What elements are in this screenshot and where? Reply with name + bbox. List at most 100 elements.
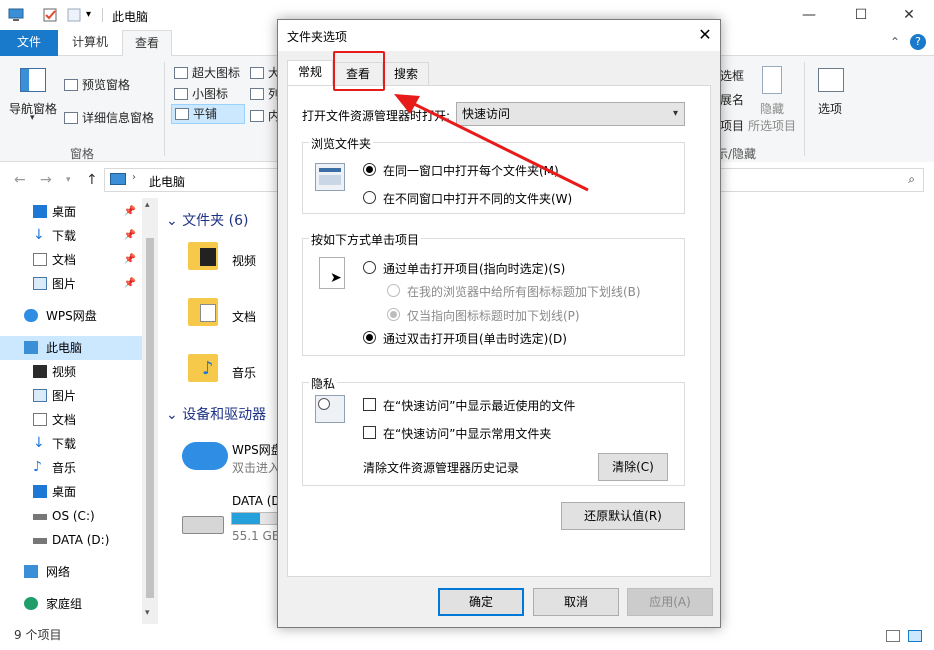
details-view-icon[interactable]: [886, 630, 900, 642]
chevron-up-icon[interactable]: ⌃: [890, 35, 900, 49]
document-icon: [33, 413, 47, 426]
new-folder-icon[interactable]: [66, 7, 82, 23]
options-button[interactable]: 选项: [818, 100, 842, 117]
clear-history-button[interactable]: 清除(C): [598, 453, 668, 481]
tab-computer[interactable]: 计算机: [60, 30, 120, 56]
layout-list[interactable]: 列: [250, 85, 280, 102]
folder-documents[interactable]: 文档: [232, 308, 256, 325]
pin-icon[interactable]: 📌: [124, 200, 136, 224]
nav-item-downloads-pc[interactable]: ↓ 下载: [0, 432, 140, 456]
back-button[interactable]: ←: [14, 172, 26, 188]
pin-icon[interactable]: 📌: [124, 224, 136, 248]
double-click-label[interactable]: 通过双击打开项目(单击时选定)(D): [383, 330, 567, 347]
recent-dropdown-icon[interactable]: ▾: [66, 175, 71, 185]
folder-music[interactable]: 音乐: [232, 364, 256, 381]
browse-same-window-radio[interactable]: [363, 163, 376, 176]
show-recent-files-checkbox[interactable]: [363, 398, 376, 411]
folders-group-header[interactable]: ⌄ 文件夹 (6): [166, 210, 248, 230]
devices-group-header[interactable]: ⌄ 设备和驱动器: [166, 404, 266, 424]
restore-defaults-button[interactable]: 还原默认值(R): [561, 502, 685, 530]
nav-item-network[interactable]: 网络: [0, 560, 140, 584]
nav-label: 桌面: [52, 485, 77, 499]
forward-button[interactable]: →: [40, 172, 52, 188]
details-pane-button[interactable]: 详细信息窗格: [64, 109, 154, 126]
tab-general[interactable]: 常规: [287, 60, 333, 86]
hide-selected-label[interactable]: 隐藏: [760, 100, 784, 117]
video-folder-icon[interactable]: [188, 242, 218, 270]
dialog-close-button[interactable]: ✕: [690, 20, 720, 51]
nav-pane-icon[interactable]: [20, 68, 46, 92]
minimize-button[interactable]: —: [786, 0, 832, 30]
help-icon[interactable]: ?: [910, 34, 926, 50]
search-box[interactable]: ⌕: [720, 168, 924, 192]
breadcrumb-chevron-icon[interactable]: ›: [132, 172, 136, 183]
browse-folders-icon: [315, 163, 345, 191]
music-folder-icon[interactable]: ♪: [188, 354, 218, 382]
nav-item-this-pc[interactable]: 此电脑: [0, 336, 142, 360]
nav-item-pictures[interactable]: 图片 📌: [0, 272, 140, 296]
cancel-button[interactable]: 取消: [533, 588, 619, 616]
double-click-radio[interactable]: [363, 331, 376, 344]
underline-all-label[interactable]: 在我的浏览器中给所有图标标题加下划线(B): [407, 283, 641, 300]
browse-new-window-radio[interactable]: [363, 191, 376, 204]
show-recent-files-label[interactable]: 在“快速访问”中显示最近使用的文件: [383, 397, 575, 414]
file-extensions-label[interactable]: 展名: [720, 91, 744, 108]
layout-extra-large-icons[interactable]: 超大图标: [174, 64, 240, 81]
layout-small-icons[interactable]: 小图标: [174, 85, 228, 102]
single-click-label[interactable]: 通过单击打开项目(指向时选定)(S): [383, 260, 565, 277]
breadcrumb-this-pc[interactable]: 此电脑: [149, 173, 185, 190]
nav-item-desktop[interactable]: 桌面 📌: [0, 200, 140, 224]
wps-cloud-icon[interactable]: [182, 442, 228, 470]
layout-content[interactable]: 内: [250, 107, 280, 124]
document-folder-icon[interactable]: [188, 298, 218, 326]
nav-item-documents[interactable]: 文档 📌: [0, 248, 140, 272]
layout-large-icons[interactable]: 大: [250, 64, 280, 81]
tab-view[interactable]: 查看: [122, 30, 173, 57]
hidden-items-label[interactable]: 项目: [720, 117, 744, 134]
hide-selected-icon[interactable]: [762, 66, 782, 94]
options-icon[interactable]: [818, 68, 844, 92]
nav-item-videos[interactable]: 视频: [0, 360, 140, 384]
scroll-down-icon[interactable]: ▾: [145, 608, 150, 618]
underline-all-radio[interactable]: [387, 284, 400, 297]
tab-file[interactable]: 文件: [0, 30, 58, 56]
drive-d-icon[interactable]: [182, 516, 224, 534]
privacy-icon: [315, 395, 345, 423]
maximize-button[interactable]: ☐: [838, 0, 884, 30]
pin-icon[interactable]: 📌: [124, 248, 136, 272]
computer-icon[interactable]: [8, 7, 24, 23]
single-click-radio[interactable]: [363, 261, 376, 274]
scroll-thumb[interactable]: [146, 238, 154, 598]
item-checkboxes-label[interactable]: 选框: [720, 67, 744, 84]
underline-point-radio[interactable]: [387, 308, 400, 321]
wps-cloud-name[interactable]: WPS网盘: [232, 441, 283, 458]
nav-label: 网络: [46, 565, 71, 579]
close-button[interactable]: ✕: [886, 0, 932, 30]
show-frequent-folders-checkbox[interactable]: [363, 426, 376, 439]
quick-access-dropdown-icon[interactable]: ▾: [86, 7, 102, 23]
preview-pane-button[interactable]: 预览窗格: [64, 76, 130, 93]
scroll-up-icon[interactable]: ▴: [145, 200, 150, 210]
underline-point-label[interactable]: 仅当指向图标标题时加下划线(P): [407, 307, 580, 324]
folder-videos[interactable]: 视频: [232, 252, 256, 269]
nav-item-desktop-pc[interactable]: 桌面: [0, 480, 140, 504]
apply-button[interactable]: 应用(A): [627, 588, 713, 616]
hide-selected-label-2[interactable]: 所选项目: [748, 117, 796, 134]
show-frequent-folders-label[interactable]: 在“快速访问”中显示常用文件夹: [383, 425, 551, 442]
nav-item-pictures-pc[interactable]: 图片: [0, 384, 140, 408]
layout-tiles[interactable]: 平铺: [171, 104, 245, 124]
nav-scrollbar[interactable]: ▴ ▾: [142, 198, 158, 624]
ok-button[interactable]: 确定: [438, 588, 524, 616]
up-button[interactable]: ↑: [86, 172, 98, 188]
nav-item-drive-d[interactable]: DATA (D:): [0, 528, 140, 552]
nav-item-music[interactable]: ♪ 音乐: [0, 456, 140, 480]
pin-icon[interactable]: 📌: [124, 272, 136, 296]
drive-d-name[interactable]: DATA (D: [232, 494, 281, 508]
tiles-view-icon[interactable]: [908, 630, 922, 642]
nav-item-documents-pc[interactable]: 文档: [0, 408, 140, 432]
nav-item-drive-c[interactable]: OS (C:): [0, 504, 140, 528]
nav-item-wps-cloud[interactable]: WPS网盘: [0, 304, 140, 328]
nav-item-downloads[interactable]: ↓ 下载 📌: [0, 224, 140, 248]
properties-icon[interactable]: [42, 7, 58, 23]
nav-item-homegroup[interactable]: 家庭组: [0, 592, 140, 616]
